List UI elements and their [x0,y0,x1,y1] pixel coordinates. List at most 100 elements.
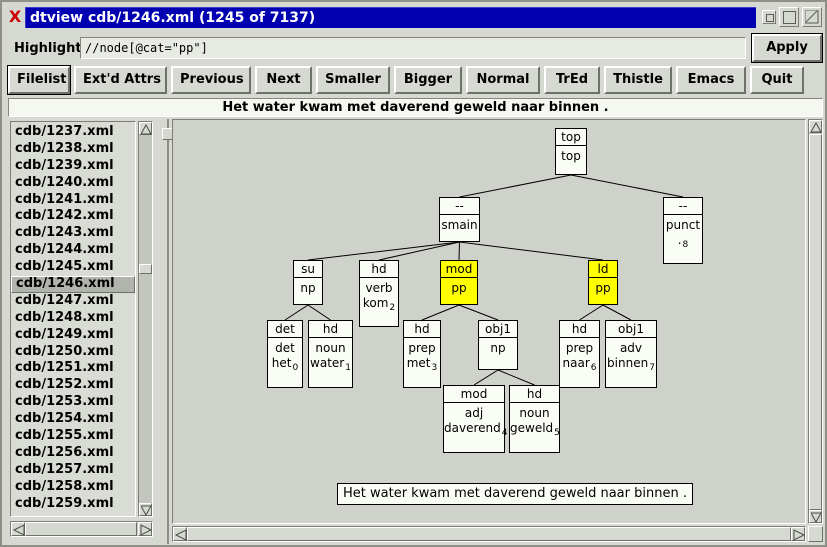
tree-node-category: adj [464,406,484,420]
tree-vertical-scrollbar[interactable] [808,119,823,524]
filelist-horizontal-thumb[interactable] [25,522,137,536]
filelist-item[interactable]: cdb/1257.xml [11,462,135,479]
thistle-button[interactable]: Thistle [604,66,672,94]
smaller-button[interactable]: Smaller [316,66,390,94]
filelist-item[interactable]: cdb/1240.xml [11,175,135,192]
filelist-item[interactable]: cdb/1244.xml [11,242,135,259]
tree-node-obj1-adv[interactable]: obj1 adv binnen7 [605,320,657,388]
scroll-up-arrow-icon[interactable] [809,120,822,133]
previous-button[interactable]: Previous [171,66,251,94]
window-title: dtview cdb/1246.xml (1245 of 7137) [25,6,756,28]
extd-attrs-button[interactable]: Ext'd Attrs [74,66,167,94]
filelist-item[interactable]: cdb/1252.xml [11,377,135,394]
tree-node-body: np [479,338,517,356]
tree-node-det-det[interactable]: det det het0 [267,320,303,388]
tree-node-mod-pp[interactable]: mod pp [440,260,478,305]
tree-node-word-text: daverend [444,421,501,435]
normal-button[interactable]: Normal [466,66,540,94]
filelist-item[interactable]: cdb/1258.xml [11,479,135,496]
tree-node-category: verb [365,281,393,295]
scroll-down-arrow-icon[interactable] [809,510,822,523]
tree-node-mod-adj[interactable]: mod adj daverend4 [443,385,507,453]
tree-node-su-np[interactable]: su np [293,260,323,305]
tree-node-body: noun water1 [309,338,352,376]
tree-node-category: prep [565,341,594,355]
tree-node-word: daverend4 [444,421,507,441]
tree-node-relation: det [268,321,302,338]
minimize-button[interactable] [762,10,776,24]
filelist-item[interactable]: cdb/1248.xml [11,310,135,327]
quit-button[interactable]: Quit [750,66,804,94]
filelist-item[interactable]: cdb/1255.xml [11,428,135,445]
tree-node-hd-noun2[interactable]: hd noun geweld5 [509,385,560,453]
filelist-item-selected[interactable]: cdb/1246.xml [11,276,135,293]
filelist-item[interactable]: cdb/1250.xml [11,344,135,361]
tree-node-hd-prep1[interactable]: hd prep met3 [403,320,441,388]
filelist-item[interactable]: cdb/1253.xml [11,394,135,411]
tree-node-category: top [561,149,581,163]
tree-node-category: smain [441,218,478,232]
apply-button[interactable]: Apply [751,33,823,63]
highlight-input[interactable]: //node[@cat="pp"] [80,37,746,59]
filelist-item[interactable]: cdb/1256.xml [11,445,135,462]
filelist-item[interactable]: cdb/1249.xml [11,327,135,344]
filelist-item[interactable]: cdb/1245.xml [11,259,135,276]
filelist-vertical-thumb[interactable] [139,264,152,274]
tree-node-word: kom2 [360,296,398,316]
tree-edge [421,304,460,321]
tree-node-hd-noun1[interactable]: hd noun water1 [308,320,353,388]
scroll-left-arrow-icon[interactable] [11,522,25,536]
tree-node-hd-verb[interactable]: hd verb kom2 [359,260,399,327]
scrollbar-corner[interactable] [808,526,823,542]
tree-canvas[interactable]: Het water kwam met daverend geweld naar … [172,119,806,524]
tree-node-obj1-np[interactable]: obj1 np [478,320,518,370]
filelist-item[interactable]: cdb/1251.xml [11,360,135,377]
filelist-item[interactable]: cdb/1238.xml [11,141,135,158]
tree-node-word: het0 [268,356,302,376]
filelist-item[interactable]: cdb/1242.xml [11,208,135,225]
close-button[interactable] [802,7,822,27]
filelist-item[interactable]: cdb/1237.xml [11,124,135,141]
tree-node-relation: mod [441,261,477,278]
filelist-button[interactable]: Filelist [7,65,71,95]
tree-node-word-index: 7 [649,363,655,374]
tree-node-punct[interactable]: -- punct .8 [663,197,703,264]
filelist-item[interactable]: cdb/1243.xml [11,225,135,242]
tree-node-hd-prep2[interactable]: hd prep naar6 [559,320,600,388]
tree-node-relation: su [294,261,322,278]
next-button[interactable]: Next [255,66,312,94]
tree-edge [307,304,331,321]
tree-node-relation: ld [589,261,617,278]
filelist-item[interactable]: cdb/1247.xml [11,293,135,310]
tree-node-ld-pp[interactable]: ld pp [588,260,618,305]
bigger-button[interactable]: Bigger [394,66,462,94]
emacs-button[interactable]: Emacs [676,66,746,94]
scroll-up-arrow-icon[interactable] [139,122,152,135]
filelist-item[interactable]: cdb/1254.xml [11,411,135,428]
tree-node-relation: hd [404,321,440,338]
tree-horizontal-thumb[interactable] [187,527,791,541]
filelist-item[interactable]: cdb/1259.xml [11,496,135,513]
tree-node-word-index: 6 [590,363,597,374]
filelist-item[interactable]: cdb/1239.xml [11,158,135,175]
filelist-vertical-scrollbar[interactable] [138,121,153,517]
tree-node-word-index: 5 [554,428,560,439]
scroll-right-arrow-icon[interactable] [138,522,152,536]
tree-horizontal-scrollbar[interactable] [172,526,806,542]
scroll-right-arrow-icon[interactable] [791,527,805,541]
tred-button[interactable]: TrEd [544,66,600,94]
filelist-horizontal-scrollbar[interactable] [10,521,153,537]
maximize-button[interactable] [779,7,799,27]
tree-edge [570,174,684,198]
tree-node-body: prep met3 [404,338,440,376]
tree-node-word-index: 0 [292,363,299,374]
filelist-listbox[interactable]: cdb/1237.xml cdb/1238.xml cdb/1239.xml cdb/… [10,121,136,517]
tree-node-top[interactable]: top top [555,128,587,175]
tree-node-category: det [275,341,295,355]
tree-vertical-thumb[interactable] [809,134,822,510]
tree-node-smain[interactable]: -- smain [439,197,480,242]
scroll-down-arrow-icon[interactable] [139,503,152,516]
filelist-item[interactable]: cdb/1241.xml [11,192,135,209]
scroll-left-arrow-icon[interactable] [173,527,187,541]
window-close-x-icon[interactable]: X [5,6,25,28]
